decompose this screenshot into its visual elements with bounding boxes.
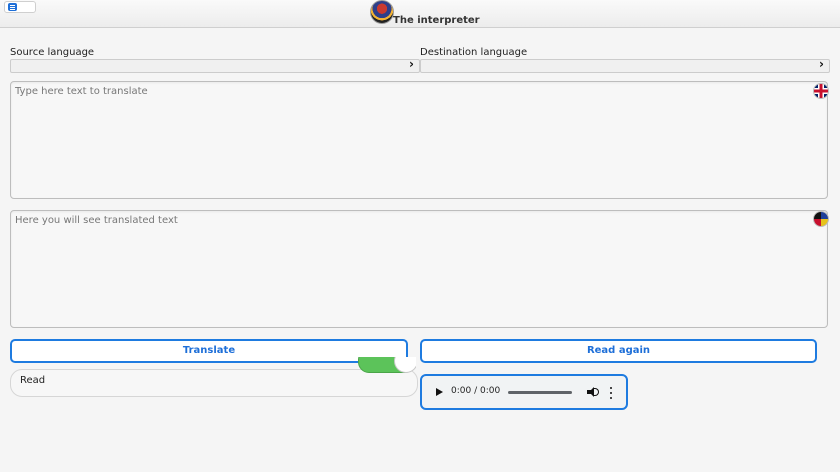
source-text-input[interactable] xyxy=(11,82,827,198)
destination-flag-icon xyxy=(813,211,829,227)
uk-flag-icon xyxy=(813,83,829,99)
audio-seek-bar[interactable] xyxy=(508,391,572,394)
menu-icon xyxy=(8,3,17,11)
audio-player: 0:00 / 0:00 xyxy=(420,374,628,410)
interpreter-logo-icon xyxy=(370,0,394,24)
read-again-button[interactable]: Read again xyxy=(420,339,817,363)
app-header: The interpreter xyxy=(0,0,840,28)
chevron-right-icon: › xyxy=(409,57,414,71)
audio-time: 0:00 / 0:00 xyxy=(451,386,501,396)
source-language-select[interactable]: › xyxy=(10,57,420,73)
read-label: Read xyxy=(20,375,46,386)
destination-language-label: Destination language xyxy=(420,47,528,58)
volume-icon[interactable] xyxy=(587,386,599,398)
translate-button[interactable]: Translate xyxy=(10,339,408,363)
chevron-right-icon: › xyxy=(819,57,824,71)
destination-language-select[interactable]: › xyxy=(420,57,830,73)
more-options-icon[interactable] xyxy=(610,387,612,399)
play-icon[interactable] xyxy=(436,388,443,396)
translated-text-output[interactable] xyxy=(11,211,827,327)
menu-button[interactable] xyxy=(4,1,36,13)
read-toggle[interactable] xyxy=(358,357,416,373)
translated-text-box xyxy=(10,210,829,328)
read-row: Read xyxy=(10,369,418,397)
source-language-label: Source language xyxy=(10,47,95,58)
source-text-box xyxy=(10,81,829,199)
page-title: The interpreter xyxy=(393,15,480,26)
